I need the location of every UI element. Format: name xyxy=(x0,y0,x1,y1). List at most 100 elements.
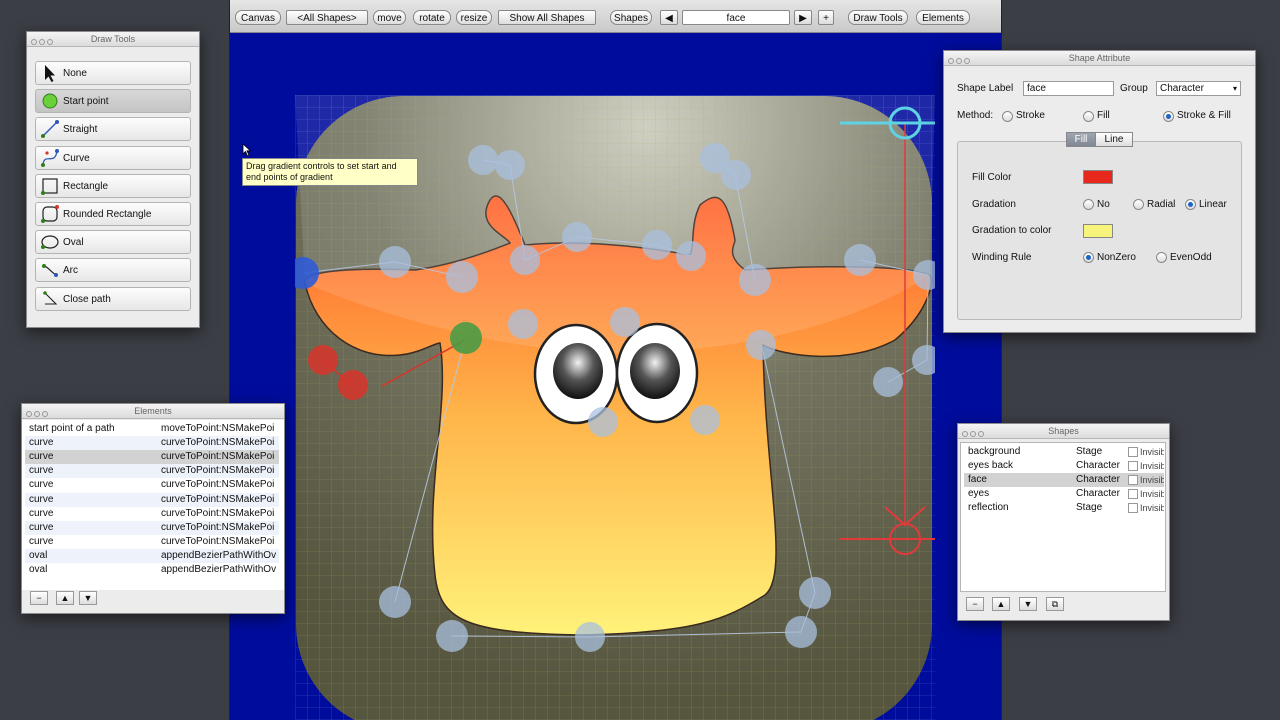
draw-tool-oval-button[interactable]: Oval xyxy=(35,230,191,255)
main-window: Canvas <All Shapes> move rotate resize S… xyxy=(229,0,1002,720)
element-code: curveToPoint:NSMakePoi xyxy=(161,521,275,533)
element-type: curve xyxy=(29,493,54,505)
red-handle-2[interactable] xyxy=(338,370,368,400)
move-element-up-button[interactable]: ▲ xyxy=(56,591,74,605)
shapes-panel: Shapes backgroundStageInvisibleeyes back… xyxy=(957,423,1170,621)
right-pupil[interactable] xyxy=(630,343,680,399)
table-row[interactable]: curve curveToPoint:NSMakePoi xyxy=(25,535,279,549)
next-shape-button[interactable]: ▶ xyxy=(794,10,812,25)
window-buttons[interactable] xyxy=(948,54,972,68)
table-row[interactable]: oval appendBezierPathWithOv xyxy=(25,548,279,563)
draw-tool-label: Curve xyxy=(63,152,90,164)
remove-shape-button[interactable]: − xyxy=(966,597,984,611)
table-row[interactable]: oval appendBezierPathWithOv xyxy=(25,563,279,577)
winding-nonzero-radio[interactable] xyxy=(1083,252,1094,263)
draw-tool-curve-button[interactable]: Curve xyxy=(35,145,191,170)
table-row[interactable]: face Character Invisible xyxy=(964,473,1164,487)
method-stroke-radio[interactable] xyxy=(1002,111,1013,122)
invisible-checkbox[interactable] xyxy=(1128,475,1138,485)
move-element-down-button[interactable]: ▼ xyxy=(79,591,97,605)
current-shape-field[interactable]: face xyxy=(682,10,790,25)
invisible-checkbox[interactable] xyxy=(1128,447,1138,457)
method-fill-radio[interactable] xyxy=(1083,111,1094,122)
red-handle-1[interactable] xyxy=(308,345,338,375)
shapes-table[interactable]: background Stage Invisible eyes back Charact… xyxy=(960,442,1166,592)
fill-color-well[interactable] xyxy=(1083,170,1113,184)
green-handle[interactable] xyxy=(450,322,482,354)
previous-shape-button[interactable]: ◀ xyxy=(660,10,678,25)
winding-evenodd-radio[interactable] xyxy=(1156,252,1167,263)
window-buttons[interactable] xyxy=(26,407,50,421)
table-row[interactable]: curve curveToPoint:NSMakePoi xyxy=(25,464,279,479)
table-row[interactable]: curve curveToPoint:NSMakePoi xyxy=(25,436,279,451)
draw-tool-label: Arc xyxy=(63,265,78,277)
shape-attribute-titlebar[interactable]: Shape Attribute xyxy=(944,51,1255,66)
table-row[interactable]: eyes back Character Invisible xyxy=(964,459,1164,473)
draw-tool-rectangle-button[interactable]: Rectangle xyxy=(35,173,191,198)
shapes-titlebar[interactable]: Shapes xyxy=(958,424,1169,439)
window-buttons[interactable] xyxy=(962,427,986,441)
elements-button[interactable]: Elements xyxy=(916,10,970,25)
drawing-canvas[interactable] xyxy=(295,95,935,720)
table-row[interactable]: curve curveToPoint:NSMakePoi xyxy=(25,492,279,507)
remove-element-button[interactable]: − xyxy=(30,591,48,605)
draw-tools-titlebar[interactable]: Draw Tools xyxy=(27,32,199,47)
show-all-shapes-button[interactable]: Show All Shapes xyxy=(498,10,596,25)
table-row[interactable]: reflection Stage Invisible xyxy=(964,501,1164,515)
move-shape-up-button[interactable]: ▲ xyxy=(992,597,1010,611)
elements-table[interactable]: start point of a path moveToPoint:NSMakeP… xyxy=(22,420,284,590)
shape-attribute-panel: Shape Attribute Shape Label face Group C… xyxy=(943,50,1256,333)
left-pupil[interactable] xyxy=(553,343,603,399)
table-row[interactable]: curve curveToPoint:NSMakePoi xyxy=(25,450,279,465)
element-code: curveToPoint:NSMakePoi xyxy=(161,465,275,477)
draw-tool-arc-button[interactable]: Arc xyxy=(35,258,191,283)
table-row[interactable]: curve curveToPoint:NSMakePoi xyxy=(25,520,279,535)
table-row[interactable]: eyes Character Invisible xyxy=(964,487,1164,501)
element-type: curve xyxy=(29,521,54,533)
duplicate-shape-button[interactable]: ⧉ xyxy=(1046,597,1064,611)
draw-tool-straight-button[interactable]: Straight xyxy=(35,117,191,142)
add-shape-button[interactable]: + xyxy=(818,10,834,25)
invisible-checkbox[interactable] xyxy=(1128,489,1138,499)
all-shapes-select[interactable]: <All Shapes> xyxy=(286,10,368,25)
draw-tools-button[interactable]: Draw Tools xyxy=(848,10,908,25)
gradation-linear-radio[interactable] xyxy=(1185,199,1196,210)
invisible-checkbox[interactable] xyxy=(1128,503,1138,513)
draw-tool-close-path-button[interactable]: Close path xyxy=(35,286,191,311)
gradation-radial-radio[interactable] xyxy=(1133,199,1144,210)
element-code: curveToPoint:NSMakePoi xyxy=(161,493,275,505)
rectangle-icon xyxy=(41,178,58,195)
canvas-artwork[interactable] xyxy=(295,95,935,720)
move-shape-down-button[interactable]: ▼ xyxy=(1019,597,1037,611)
shapes-button[interactable]: Shapes xyxy=(610,10,652,25)
tab-line[interactable]: Line xyxy=(1095,132,1133,147)
method-label: Method: xyxy=(957,110,994,121)
table-row[interactable]: curve curveToPoint:NSMakePoi xyxy=(25,507,279,521)
table-row[interactable]: start point of a path moveToPoint:NSMakeP… xyxy=(25,422,279,436)
gradation-to-color-well[interactable] xyxy=(1083,224,1113,238)
canvas-button[interactable]: Canvas xyxy=(235,10,281,25)
method-stroke-fill-radio[interactable] xyxy=(1163,111,1174,122)
element-code: curveToPoint:NSMakePoi xyxy=(161,507,275,519)
gradation-no-radio[interactable] xyxy=(1083,199,1094,210)
rotate-button[interactable]: rotate xyxy=(413,10,451,25)
element-type: curve xyxy=(29,465,54,477)
invisible-checkbox[interactable] xyxy=(1128,461,1138,471)
gradation-no-label: No xyxy=(1097,199,1110,210)
draw-tool-rounded-rectangle-button[interactable]: Rounded Rectangle xyxy=(35,202,191,226)
group-select[interactable]: Character ▾ xyxy=(1156,81,1241,96)
tab-fill[interactable]: Fill xyxy=(1066,132,1096,147)
window-buttons[interactable] xyxy=(31,35,55,49)
table-row[interactable]: curve curveToPoint:NSMakePoi xyxy=(25,478,279,492)
element-code: appendBezierPathWithOv xyxy=(161,564,277,575)
elements-titlebar[interactable]: Elements xyxy=(22,404,284,419)
draw-tool-start-point-button[interactable]: Start point xyxy=(35,89,191,114)
resize-button[interactable]: resize xyxy=(456,10,492,25)
shape-label-input[interactable]: face xyxy=(1023,81,1114,96)
table-row[interactable]: background Stage Invisible xyxy=(964,445,1164,459)
element-type: start point of a path xyxy=(29,423,115,434)
oval-icon xyxy=(41,235,59,250)
draw-tool-none-button[interactable]: None xyxy=(35,61,191,85)
move-button[interactable]: move xyxy=(373,10,406,25)
shape-name: eyes xyxy=(968,488,990,499)
